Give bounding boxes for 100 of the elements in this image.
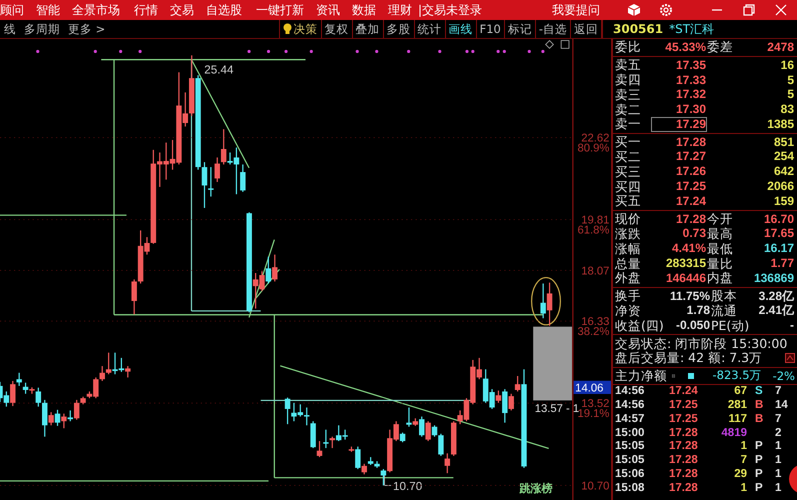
menu-item[interactable]: 自选股 — [206, 2, 242, 18]
tick-volume: 117 — [727, 412, 747, 426]
highlight-ellipse — [531, 276, 561, 326]
bid-volume: 2066 — [766, 179, 795, 194]
fundamental-label: 收益(四) — [615, 318, 665, 333]
price-axis-label: 19.81 — [581, 214, 610, 226]
quote-value: 1.77 — [770, 256, 795, 272]
bid-price[interactable]: 17.25 — [651, 179, 707, 194]
ask-label: 卖二 — [615, 102, 642, 117]
login-status: |交易未登录 — [418, 2, 482, 18]
tick-direction: P — [754, 482, 764, 495]
menu-item[interactable]: 一键打新 — [256, 2, 304, 18]
fibonacci-ratio-label: 19.1% — [577, 408, 610, 420]
tick-volume: 1 — [740, 440, 747, 454]
price-axis-label: 10.70 — [581, 480, 610, 492]
bid-volume: 159 — [772, 194, 795, 209]
cube-icon[interactable] — [627, 3, 641, 17]
stock-name: *ST汇科 — [669, 20, 714, 38]
menu-item[interactable]: 智能 — [36, 2, 60, 18]
price-axis-label: 18.07 — [581, 265, 610, 278]
tick-direction: P — [754, 440, 764, 454]
tick-count: 1 — [774, 468, 782, 481]
quote-value: 2478 — [766, 40, 795, 55]
price-axis-label: 13.52 — [581, 398, 610, 410]
ask-price[interactable]: 17.29 — [651, 116, 707, 132]
quote-label: 内盘 — [707, 271, 734, 286]
lightbulb-icon — [282, 23, 292, 35]
after-hours-volume: 盘后交易量: 42 额: 7.3万 — [615, 351, 762, 366]
ranking-label: 跳涨榜 — [520, 482, 553, 496]
ask-label: 卖一 — [615, 117, 642, 132]
chart-icon[interactable] — [785, 353, 795, 364]
quote-label: 外盘 — [615, 271, 642, 286]
tick-count: 1 — [774, 482, 782, 495]
bid-volume: 642 — [772, 164, 795, 180]
quote-value: 146446 — [664, 270, 707, 286]
fundamental-value: -0.050 — [674, 318, 711, 334]
fundamental-value: 11.75% — [668, 288, 711, 304]
close-icon[interactable] — [774, 3, 788, 17]
fundamental-label: 换手 — [615, 289, 642, 304]
tick-price: 17.28 — [668, 426, 699, 440]
quote-label: 涨跌 — [615, 226, 642, 241]
fibonacci-ratio-label: 61.8% — [577, 224, 610, 237]
tick-count: 14 — [774, 398, 789, 412]
tick-volume: 1 — [740, 482, 747, 495]
tick-direction: P — [754, 468, 764, 481]
tick-time: 15:05 — [615, 440, 646, 454]
menu-item[interactable]: 数据 — [352, 2, 376, 18]
fundamental-value: 3.28亿 — [758, 288, 795, 304]
menu-item[interactable]: 全景市场 — [72, 2, 120, 18]
ask-link[interactable]: 我要提问 — [552, 2, 600, 18]
panel-toggle-icon — [560, 40, 570, 49]
bid-label: 买五 — [615, 194, 642, 208]
tick-direction: B — [754, 412, 764, 426]
current-price-tag: 14.06 — [574, 380, 611, 394]
quote-value: 16.70 — [762, 212, 795, 227]
fundamental-label: 流通 — [711, 304, 738, 318]
tick-direction: B — [754, 398, 764, 412]
ask-volume: 5 — [786, 72, 795, 88]
quote-value: 16.17 — [762, 241, 795, 256]
tick-price: 17.28 — [668, 482, 699, 495]
bid-price[interactable]: 17.26 — [651, 164, 707, 180]
menu-item[interactable]: 顾问 — [0, 2, 24, 18]
menu-item[interactable]: 行情 — [134, 2, 158, 18]
ask-volume: 5 — [786, 87, 795, 102]
ask-price[interactable]: 17.30 — [651, 102, 707, 118]
tick-time: 15:08 — [615, 482, 646, 495]
ask-label: 卖五 — [615, 58, 642, 72]
tick-price: 17.25 — [668, 412, 699, 426]
tick-count: 1 — [774, 440, 782, 454]
menu-item[interactable]: 交易 — [170, 2, 194, 18]
tick-time: 15:06 — [615, 468, 646, 481]
quote-value: 45.33% — [664, 40, 707, 55]
settings-icon[interactable] — [659, 3, 673, 17]
quote-label: 现价 — [615, 212, 642, 226]
ask-price[interactable]: 17.35 — [651, 58, 707, 73]
ask-label: 卖三 — [615, 88, 642, 102]
bid-price[interactable]: 17.24 — [651, 194, 707, 209]
ask-price[interactable]: 17.32 — [651, 87, 707, 102]
ask-label: 卖四 — [615, 72, 642, 87]
restore-icon[interactable] — [742, 3, 756, 17]
menu-item[interactable]: 理财 — [388, 2, 412, 18]
quote-value: 17.65 — [762, 226, 795, 242]
ask-price[interactable]: 17.33 — [651, 72, 707, 88]
net-flow-bar — [688, 372, 694, 379]
bid-price[interactable]: 17.27 — [651, 149, 707, 164]
bid-price[interactable]: 17.28 — [651, 134, 707, 150]
tick-price: 17.28 — [668, 454, 699, 468]
main-force-label: 主力净额 — [615, 368, 667, 383]
ask-volume: 83 — [780, 102, 795, 118]
menu-item[interactable]: 资讯 — [316, 2, 340, 18]
quote-value: 17.28 — [674, 212, 707, 227]
quote-label: 最高 — [707, 226, 734, 241]
chart-option[interactable]: 多周期 — [24, 20, 60, 38]
chart-option[interactable]: 更多 > — [68, 20, 106, 38]
quote-label: 量比 — [707, 256, 734, 271]
quote-value: 283315 — [664, 256, 707, 272]
tick-price: 17.28 — [668, 468, 699, 481]
bid-label: 买三 — [615, 164, 642, 179]
main-force-percent: -2% — [772, 368, 795, 383]
chart-option[interactable]: 线 — [4, 20, 16, 38]
